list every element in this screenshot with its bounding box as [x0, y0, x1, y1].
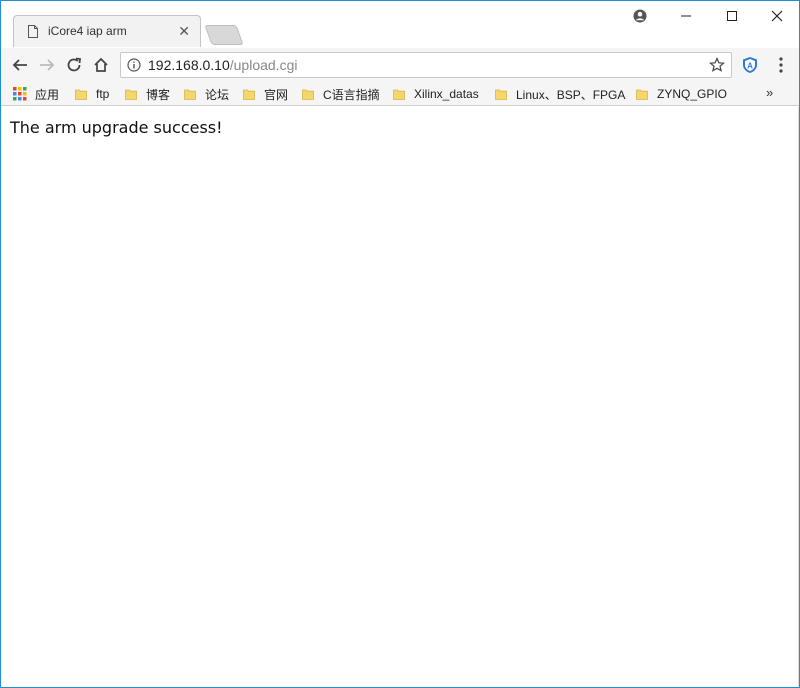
bookmark-label: 官网: [264, 87, 289, 102]
bookmark-official-site[interactable]: 官网: [243, 86, 288, 102]
bookmark-blog[interactable]: 博客: [125, 86, 170, 102]
url-path: /upload.cgi: [229, 57, 298, 73]
folder-icon: [75, 89, 87, 100]
page-content: The arm upgrade success!: [1, 107, 799, 687]
bookmark-label: Xilinx_datas: [414, 87, 479, 101]
bookmark-ftp[interactable]: ftp: [75, 86, 109, 102]
bookmarks-bar: 应用 ftp 博客 论坛 官网 C语言指摘 Xilinx_datas Linux…: [1, 82, 799, 106]
new-tab-button[interactable]: [204, 25, 244, 45]
menu-kebab-icon[interactable]: [774, 56, 788, 74]
url-host: 192.168.0.10: [148, 57, 230, 73]
forward-icon[interactable]: [35, 53, 59, 77]
folder-icon: [636, 89, 648, 100]
tab-close-icon[interactable]: ✕: [178, 22, 190, 40]
maximize-icon[interactable]: [714, 3, 750, 29]
tab-active[interactable]: iCore4 iap arm ✕: [13, 15, 201, 47]
bookmark-label: 论坛: [205, 87, 230, 102]
bookmark-forum[interactable]: 论坛: [184, 86, 229, 102]
bookmark-star-icon[interactable]: [709, 57, 725, 73]
upgrade-status-message: The arm upgrade success!: [10, 118, 223, 137]
extension-shield-icon[interactable]: A: [742, 56, 758, 74]
folder-icon: [243, 89, 255, 100]
close-icon[interactable]: [759, 3, 795, 29]
info-icon[interactable]: [127, 58, 141, 72]
folder-icon: [393, 89, 405, 100]
home-icon[interactable]: [89, 53, 113, 77]
url-text[interactable]: 192.168.0.10/upload.cgi: [148, 57, 297, 73]
address-bar[interactable]: 192.168.0.10/upload.cgi: [120, 52, 732, 78]
bookmark-linux-bsp-fpga[interactable]: Linux、BSP、FPGA: [495, 86, 625, 102]
bookmark-label: 博客: [146, 87, 171, 102]
folder-icon: [302, 89, 314, 100]
folder-icon: [495, 89, 507, 100]
title-bar: iCore4 iap arm ✕: [1, 1, 799, 47]
folder-icon: [125, 89, 137, 100]
bookmark-c-language[interactable]: C语言指摘: [302, 86, 380, 102]
bookmark-label: Linux、BSP、FPGA: [516, 87, 626, 102]
profile-icon[interactable]: [622, 3, 658, 29]
minimize-icon[interactable]: [668, 3, 704, 29]
browser-window: iCore4 iap arm ✕ 192.168.0.10/upload.cgi…: [0, 0, 800, 688]
bookmark-xilinx-datas[interactable]: Xilinx_datas: [393, 86, 479, 102]
bookmark-label: 应用: [35, 87, 60, 102]
toolbar: 192.168.0.10/upload.cgi A: [1, 48, 799, 82]
bookmark-label: C语言指摘: [323, 87, 380, 102]
bookmark-apps[interactable]: 应用: [13, 86, 59, 102]
bookmark-zynq-gpio[interactable]: ZYNQ_GPIO: [636, 86, 727, 102]
bookmarks-overflow-icon[interactable]: »: [766, 85, 773, 100]
page-icon: [28, 25, 38, 38]
bookmark-label: ftp: [96, 87, 110, 101]
apps-grid-icon: [13, 87, 27, 101]
bookmark-label: ZYNQ_GPIO: [657, 87, 728, 101]
svg-text:A: A: [747, 62, 753, 71]
content-edge: [798, 107, 799, 687]
reload-icon[interactable]: [62, 53, 86, 77]
folder-icon: [184, 89, 196, 100]
tab-title: iCore4 iap arm: [48, 24, 127, 38]
back-icon[interactable]: [8, 53, 32, 77]
